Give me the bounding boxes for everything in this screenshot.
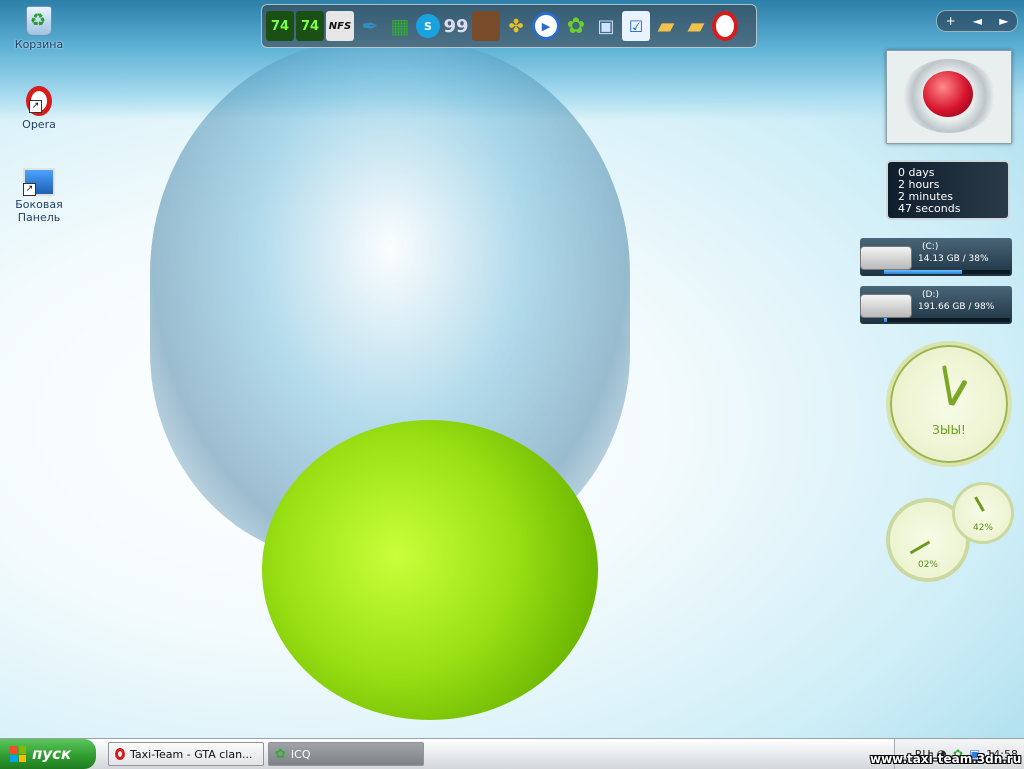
opera-icon [115,748,125,760]
hard-drive-icon [860,294,912,318]
memory-gauge[interactable]: 42% [952,482,1014,544]
opera-icon: ↗ [26,86,52,116]
memory-needle [974,496,985,512]
desktop-icon-sidebar[interactable]: ↗ Боковая Панель [4,168,74,224]
uptime-seconds: 47 seconds [898,202,961,215]
start-label: пуск [32,745,72,763]
taskbar-button-icq[interactable]: ✿ ICQ [268,742,424,766]
drive-usage-bar [884,270,1010,274]
gta-san-andreas-icon[interactable]: 74 [296,11,324,41]
drive-info: 14.13 GB / 38% [918,254,989,264]
cpu-needle [909,540,931,555]
folder-open-icon[interactable]: ▰ [682,11,710,41]
quick-launch-dock: 74 74 NFS ✒ ▦ S 99 ✤ ▶ ✿ ▣ ☑ ▰ ▰ [261,4,757,48]
taskbar-button-opera[interactable]: Taxi-Team - GTA clan... [108,742,264,766]
desktop-icon-recycle-bin[interactable]: Корзина [4,6,74,51]
desktop-icon-label: Боковая Панель [15,198,63,224]
drive-c-gadget[interactable]: (C:) 14.13 GB / 38% [860,238,1012,276]
drive-usage-fill [884,270,963,274]
next-gadget-button[interactable]: ► [999,14,1008,28]
sidebar-icon: ↗ [23,168,55,196]
drive-name: (D:) [922,290,939,300]
start-button[interactable]: пуск [0,739,96,769]
hour-hand [949,379,968,407]
folder-icon[interactable]: ▰ [652,11,680,41]
drive-d-gadget[interactable]: (D:) 191.66 GB / 98% [860,286,1012,324]
slideshow-gadget[interactable] [886,50,1012,144]
memory-value: 42% [972,523,993,533]
windows-logo-icon [10,746,26,762]
taskbar-button-label: ICQ [290,747,311,761]
laptop-icon[interactable]: 99 [442,11,470,41]
sidebar-gadget-control: + ◄ ► [936,10,1018,32]
clock-gadget[interactable]: ЗЫЫ! [886,341,1012,467]
desktop-icon-opera[interactable]: ↗ Opera [4,86,74,131]
icq-flower-icon: ✿ [275,746,286,762]
taskbar-button-label: Taxi-Team - GTA clan... [130,747,253,761]
add-gadget-button[interactable]: + [946,14,956,28]
desktop-icon-label: Корзина [14,38,64,51]
face-game-icon[interactable] [472,11,500,41]
opera-icon[interactable] [712,11,738,41]
media-player-icon[interactable]: ▶ [532,12,560,40]
gta-vice-city-icon[interactable]: 74 [266,11,294,41]
drive-info: 191.66 GB / 98% [918,302,995,312]
skype-icon[interactable]: S [416,14,440,38]
drive-usage-bar [884,318,1010,322]
uptime-gadget: 0 days 2 hours 2 minutes 47 seconds [886,160,1010,220]
feather-icon[interactable]: ✒ [356,11,384,41]
nfs-icon[interactable]: NFS [326,11,354,41]
wallpaper-lime [262,420,598,720]
prev-gadget-button[interactable]: ◄ [973,14,982,28]
watermark: www.taxi-team.3dn.ru [870,752,1022,766]
icq-flower-icon[interactable]: ✿ [562,11,590,41]
green-app-icon[interactable]: ▦ [386,11,414,41]
desktop-icon-label: Opera [22,118,56,131]
my-computer-icon[interactable]: ▣ [592,11,620,41]
apple-image [923,71,973,117]
cpu-value: 02% [917,560,938,570]
recycle-bin-icon [26,6,52,36]
checkbox-icon[interactable]: ☑ [622,11,650,41]
clock-text: ЗЫЫ! [932,423,966,437]
drive-name: (C:) [922,242,939,252]
drive-usage-fill [884,318,887,322]
hard-drive-icon [860,246,912,270]
puzzle-icon[interactable]: ✤ [502,11,530,41]
